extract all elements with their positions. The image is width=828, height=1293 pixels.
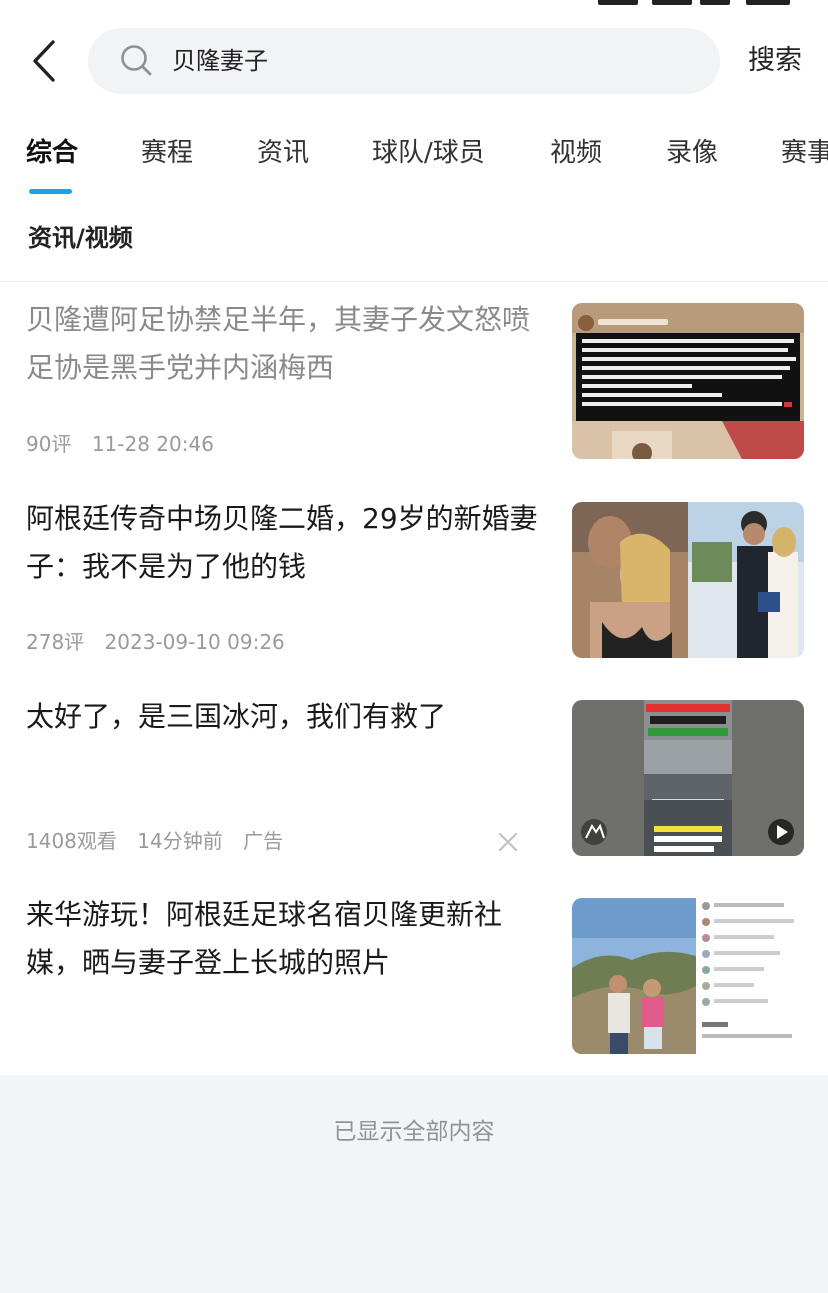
tab-replays[interactable]: 录像 bbox=[666, 135, 718, 171]
publish-time: 11-28 20:46 bbox=[91, 432, 214, 456]
news-title: 贝隆遭阿足协禁足半年，其妻子发文怒喷足协是黑手党并内涵梅西 bbox=[26, 303, 531, 384]
divider bbox=[0, 281, 828, 282]
news-item[interactable]: 贝隆遭阿足协禁足半年，其妻子发文怒喷足协是黑手党并内涵梅西 90评 11-28 … bbox=[0, 303, 828, 501]
tab-comprehensive[interactable]: 综合 bbox=[26, 135, 78, 171]
publish-time: 14分钟前 bbox=[137, 829, 223, 853]
view-count: 1408观看 bbox=[26, 829, 117, 853]
list-end-footer: 已显示全部内容 bbox=[0, 1075, 828, 1293]
tab-teams-players[interactable]: 球队/球员 bbox=[372, 135, 485, 171]
news-item[interactable]: 来华游玩！阿根廷足球名宿贝隆更新社媒，晒与妻子登上长城的照片 bbox=[0, 898, 828, 1096]
publish-time: 2023-09-10 09:26 bbox=[104, 630, 285, 654]
search-input[interactable]: 贝隆妻子 bbox=[88, 28, 720, 94]
news-thumbnail[interactable] bbox=[572, 898, 804, 1054]
news-title: 阿根廷传奇中场贝隆二婚，29岁的新婚妻子：我不是为了他的钱 bbox=[26, 502, 538, 583]
ad-item[interactable]: 太好了，是三国冰河，我们有救了 1408观看 14分钟前 广告 bbox=[0, 700, 828, 898]
news-meta: 278评 2023-09-10 09:26 bbox=[26, 628, 299, 656]
tab-events[interactable]: 赛事 bbox=[781, 135, 828, 171]
news-title: 太好了，是三国冰河，我们有救了 bbox=[26, 700, 447, 733]
status-bar bbox=[0, 0, 828, 8]
tab-news[interactable]: 资讯 bbox=[257, 135, 309, 171]
great-wall-photo-icon bbox=[572, 898, 804, 1054]
news-meta: 1408观看 14分钟前 广告 bbox=[26, 827, 297, 855]
tab-schedule[interactable]: 赛程 bbox=[141, 135, 193, 171]
search-header: 贝隆妻子 搜索 bbox=[0, 28, 828, 94]
news-meta: 90评 11-28 20:46 bbox=[26, 430, 228, 458]
instagram-story-screenshot-icon bbox=[572, 303, 804, 459]
ad-badge: 广告 bbox=[243, 829, 284, 853]
search-button[interactable]: 搜索 bbox=[748, 44, 802, 78]
close-icon[interactable] bbox=[494, 828, 522, 856]
comment-count: 278评 bbox=[26, 630, 85, 654]
video-thumbnail[interactable] bbox=[572, 700, 804, 856]
category-tabs: 综合 赛程 资讯 球队/球员 视频 录像 赛事 bbox=[0, 130, 828, 200]
news-thumbnail[interactable] bbox=[572, 303, 804, 459]
end-of-list-text: 已显示全部内容 bbox=[333, 1119, 495, 1145]
search-query: 贝隆妻子 bbox=[172, 47, 268, 75]
news-title: 来华游玩！阿根廷足球名宿贝隆更新社媒，晒与妻子登上长城的照片 bbox=[26, 898, 503, 979]
comment-count: 90评 bbox=[26, 432, 72, 456]
news-thumbnail[interactable] bbox=[572, 502, 804, 658]
chevron-left-icon bbox=[33, 40, 55, 82]
back-button[interactable] bbox=[22, 38, 66, 84]
tab-videos[interactable]: 视频 bbox=[550, 135, 602, 171]
search-icon bbox=[121, 45, 152, 76]
section-title: 资讯/视频 bbox=[28, 224, 133, 252]
active-tab-indicator bbox=[29, 189, 72, 194]
video-thumbnail-icon bbox=[572, 700, 804, 856]
couple-photo-collage-icon bbox=[572, 502, 804, 658]
news-item[interactable]: 阿根廷传奇中场贝隆二婚，29岁的新婚妻子：我不是为了他的钱 278评 2023-… bbox=[0, 502, 828, 700]
